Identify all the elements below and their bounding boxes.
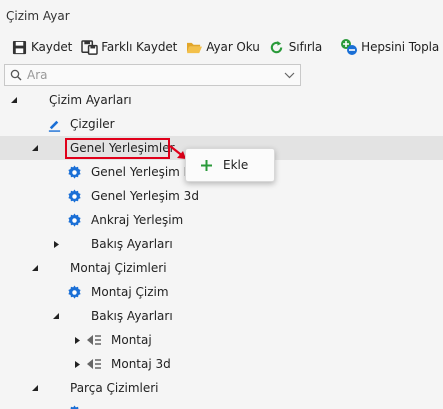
open-settings-button[interactable]: Ayar Oku	[183, 35, 261, 59]
window-title: Çizim Ayar	[6, 9, 70, 23]
tree-item-label: Ankraj Yerleşim	[91, 213, 184, 227]
tree-item-label: Montaj Çizim	[91, 285, 169, 299]
context-menu-add[interactable]: Ekle	[223, 158, 248, 172]
save-as-label: Farklı Kaydet	[101, 40, 178, 54]
tree-item-part-drawings[interactable]: Parça Çizimleri	[0, 376, 443, 400]
tree-item-general-layout-3d[interactable]: Genel Yerleşim 3d	[0, 184, 443, 208]
tree-item-assembly-drawings[interactable]: Montaj Çizimleri	[0, 256, 443, 280]
gear-icon	[66, 164, 82, 180]
highlight-box	[65, 138, 170, 159]
collapsed-arrow-icon[interactable]	[72, 335, 82, 345]
save-as-button[interactable]: Farklı Kaydet	[78, 35, 179, 59]
tree-item-label: Çizgiler	[70, 117, 115, 131]
save-button[interactable]: Kaydet	[8, 35, 74, 59]
view-direction-icon	[86, 332, 102, 348]
refresh-icon	[268, 38, 286, 56]
gear-icon	[66, 404, 82, 409]
tree-item-assembly[interactable]: Montaj	[0, 328, 443, 352]
tree-item-label: Bakış Ayarları	[91, 237, 173, 251]
tree-item-view-settings[interactable]: Bakış Ayarları	[0, 232, 443, 256]
collapse-all-button[interactable]: Hepsini Topla	[338, 35, 441, 59]
save-label: Kaydet	[31, 40, 73, 54]
tree-item-label: Çizim Ayarları	[49, 93, 132, 107]
save-icon	[10, 38, 28, 56]
reset-button[interactable]: Sıfırla	[266, 35, 324, 59]
search-box	[4, 64, 301, 86]
tree-item-label: Montaj Çizimleri	[70, 261, 167, 275]
collapse-all-label: Hepsini Topla	[361, 40, 440, 54]
search-input[interactable]	[27, 66, 278, 84]
tree-item-lines[interactable]: Çizgiler	[0, 112, 443, 136]
gear-icon	[66, 212, 82, 228]
folder-open-icon	[185, 38, 203, 56]
save-as-icon	[80, 38, 98, 56]
tree-item-label: Parça Çizimleri	[70, 381, 159, 395]
open-settings-label: Ayar Oku	[206, 40, 260, 54]
expanded-arrow-icon[interactable]	[9, 95, 19, 105]
chevron-down-icon[interactable]	[278, 65, 300, 85]
plus-icon	[198, 157, 214, 173]
reset-label: Sıfırla	[288, 40, 323, 54]
tree-item-partial[interactable]	[0, 400, 443, 409]
context-menu: Ekle	[185, 148, 275, 182]
tree-item-view-settings-2[interactable]: Bakış Ayarları	[0, 304, 443, 328]
tree-item-root[interactable]: Çizim Ayarları	[0, 88, 443, 112]
collapsed-arrow-icon[interactable]	[72, 359, 82, 369]
expanded-arrow-icon[interactable]	[51, 311, 61, 321]
tree-item-anchor-layout[interactable]: Ankraj Yerleşim	[0, 208, 443, 232]
tree-item-label: Bakış Ayarları	[91, 309, 173, 323]
view-direction-icon	[86, 356, 102, 372]
settings-tree: Çizim Ayarları Çizgiler Genel Yerleşimle…	[0, 88, 443, 409]
expanded-arrow-icon[interactable]	[30, 143, 40, 153]
search-icon	[5, 65, 27, 85]
expanded-arrow-icon[interactable]	[30, 263, 40, 273]
tree-item-assembly-drawing[interactable]: Montaj Çizim	[0, 280, 443, 304]
collapsed-arrow-icon[interactable]	[51, 239, 61, 249]
pen-icon	[46, 116, 62, 132]
tree-item-assembly-3d[interactable]: Montaj 3d	[0, 352, 443, 376]
tree-item-label: Montaj 3d	[111, 357, 171, 371]
toolbar: Kaydet Farklı Kaydet Ayar Oku Sıfırla He…	[0, 34, 443, 60]
expanded-arrow-icon[interactable]	[30, 383, 40, 393]
gear-icon	[66, 188, 82, 204]
collapse-all-icon	[340, 38, 358, 56]
tree-item-label: Montaj	[111, 333, 152, 347]
gear-icon	[66, 284, 82, 300]
tree-item-label: Genel Yerleşim 3d	[91, 189, 199, 203]
